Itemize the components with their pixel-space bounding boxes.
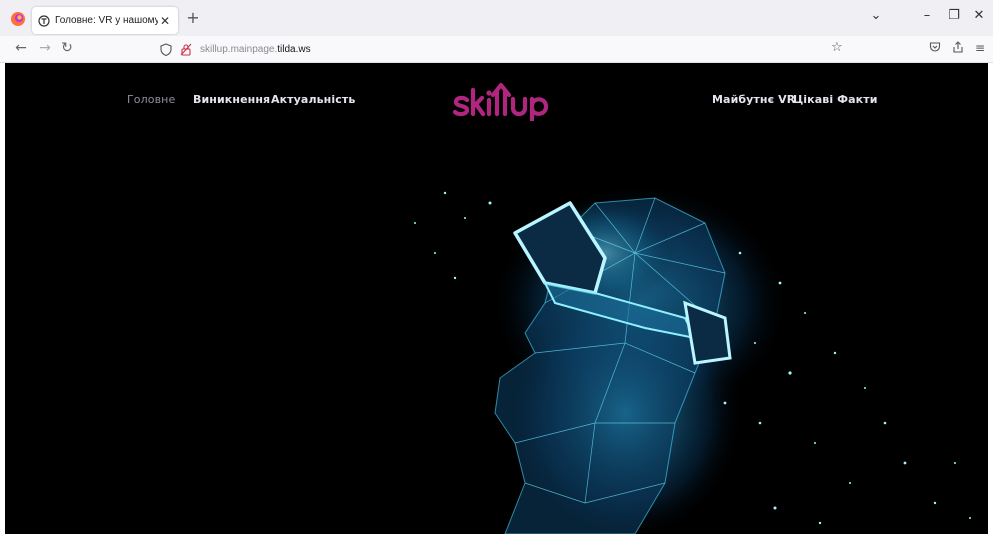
nav-link-home[interactable]: Головне <box>127 93 175 106</box>
tracking-shield-icon[interactable] <box>160 43 172 56</box>
browser-tab-active[interactable]: Головне: VR у нашому житті ✕ <box>32 7 178 34</box>
bookmark-star-icon[interactable]: ☆ <box>831 40 843 55</box>
close-tab-icon[interactable]: ✕ <box>158 14 172 28</box>
minimize-icon[interactable]: – <box>917 8 937 23</box>
url-text[interactable]: skillup.mainpage.tilda.ws <box>200 44 311 55</box>
restore-icon[interactable]: ❐ <box>944 8 964 23</box>
back-icon[interactable]: ← <box>12 40 30 56</box>
nav-link-relevance[interactable]: Актуальність <box>271 93 355 106</box>
insecure-lock-icon[interactable] <box>180 43 192 56</box>
vr-headset-hero-image <box>414 183 971 534</box>
skillup-logo[interactable] <box>453 77 557 121</box>
nav-link-origin[interactable]: Виникнення <box>193 93 270 106</box>
url-bar[interactable]: skillup.mainpage.tilda.ws <box>160 39 850 60</box>
nav-link-future-vr[interactable]: Майбутнє VR <box>712 93 795 106</box>
share-icon[interactable] <box>950 41 966 56</box>
site-favicon-icon <box>38 14 50 27</box>
hamburger-menu-icon[interactable]: ≡ <box>972 41 988 55</box>
firefox-menu-icon[interactable] <box>8 9 28 29</box>
tab-strip: Головне: VR у нашому житті ✕ + ⌄ – ❐ ✕ <box>0 0 993 36</box>
navigation-toolbar: ← → ↻ skillup.mainpage.tilda.ws ☆ ≡ <box>0 36 993 63</box>
close-window-icon[interactable]: ✕ <box>969 8 989 23</box>
tab-list-chevron-icon[interactable]: ⌄ <box>866 8 886 23</box>
page-content: Головне Виникнення Актуальність Майбутнє… <box>5 63 988 534</box>
reload-icon[interactable]: ↻ <box>58 40 76 56</box>
pocket-icon[interactable] <box>927 41 943 56</box>
new-tab-icon[interactable]: + <box>183 8 203 27</box>
forward-icon[interactable]: → <box>36 40 54 56</box>
nav-link-interesting-facts[interactable]: Цікаві Факти <box>793 93 878 106</box>
tab-title: Головне: VR у нашому житті <box>55 15 158 26</box>
